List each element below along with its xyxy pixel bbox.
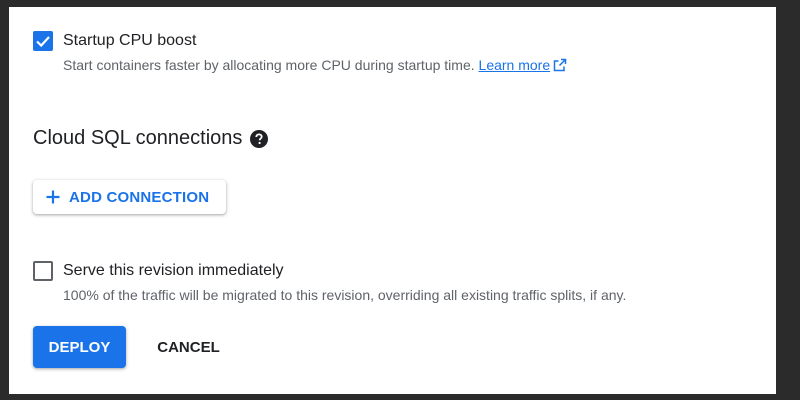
startup-cpu-boost-description-row: Start containers faster by allocating mo… <box>63 57 567 75</box>
startup-cpu-boost-checkbox[interactable] <box>33 31 53 51</box>
serve-revision-description: 100% of the traffic will be migrated to … <box>63 287 627 303</box>
cloud-sql-title: Cloud SQL connections <box>33 127 243 149</box>
serve-revision-checkbox[interactable] <box>33 261 53 281</box>
serve-revision-label: Serve this revision immediately <box>63 262 284 279</box>
cloud-sql-section-title: Cloud SQL connections <box>33 127 269 150</box>
learn-more-link[interactable]: Learn more <box>479 57 551 73</box>
add-connection-label: ADD CONNECTION <box>69 188 210 206</box>
checkmark-icon <box>36 36 50 48</box>
open-in-new-icon[interactable] <box>553 58 567 75</box>
deploy-settings-panel: Startup CPU boost Start containers faste… <box>9 7 776 394</box>
add-connection-button[interactable]: ADD CONNECTION <box>33 180 226 214</box>
plus-icon <box>45 189 61 205</box>
cancel-button[interactable]: CANCEL <box>142 326 235 368</box>
cancel-label: CANCEL <box>157 338 220 356</box>
startup-cpu-boost-label: Startup CPU boost <box>63 32 197 49</box>
learn-more-label: Learn more <box>478 57 551 73</box>
help-circle-icon[interactable] <box>250 129 269 148</box>
deploy-button[interactable]: DEPLOY <box>33 326 126 368</box>
startup-cpu-boost-description: Start containers faster by allocating mo… <box>63 57 475 73</box>
deploy-label: DEPLOY <box>48 338 111 356</box>
